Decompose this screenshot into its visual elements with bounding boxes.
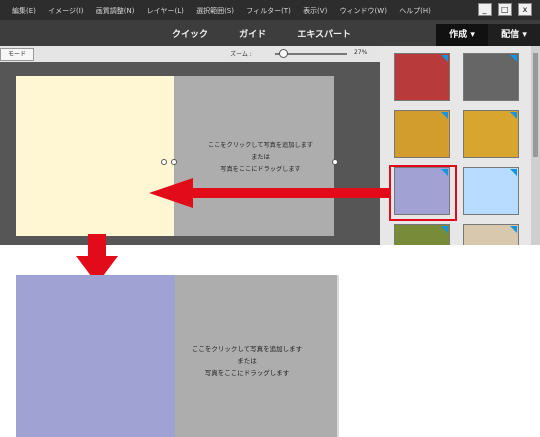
swatch-gray[interactable] (463, 53, 519, 101)
zoom-bar: モード ズーム : 27% (0, 46, 380, 63)
tab-expert[interactable]: エキスパート (297, 30, 351, 40)
close-button[interactable]: x (518, 3, 532, 16)
menu-enhance[interactable]: 画質調整(N) (96, 7, 135, 15)
swatch-amber[interactable] (463, 110, 519, 158)
swatch-red[interactable] (394, 53, 450, 101)
mode-button[interactable]: モード (0, 48, 34, 61)
photo-book-spread[interactable]: ここをクリックして写真を追加します または 写真をここにドラッグします (16, 76, 334, 236)
menu-layer[interactable]: レイヤー(L) (147, 7, 184, 15)
scroll-thumb[interactable] (533, 53, 538, 157)
maximize-button[interactable]: □ (497, 3, 512, 16)
preview-placeholder-line-3: 写真をここにドラッグします (204, 369, 290, 377)
create-share-tabs: 作成 ▾ 配信 ▾ (436, 24, 540, 46)
tab-share[interactable]: 配信 ▾ (488, 24, 540, 46)
menu-help[interactable]: ヘルプ(H) (399, 7, 431, 15)
minimize-button[interactable]: _ (477, 3, 492, 16)
resize-handle[interactable] (171, 159, 177, 165)
menu-bar: 編集(E) イメージ(I) 画質調整(N) レイヤー(L) 選択範囲(S) フィ… (0, 0, 540, 20)
menu-view[interactable]: 表示(V) (303, 7, 327, 15)
red-left-arrow-icon (149, 178, 390, 208)
swatch-gold[interactable] (394, 110, 450, 158)
menu-window[interactable]: ウィンドウ(W) (340, 7, 387, 15)
tab-guided[interactable]: ガイド (239, 30, 266, 40)
zoom-slider-knob[interactable] (279, 49, 288, 58)
dropdown-arrow-icon: ▾ (470, 30, 475, 40)
menu-items: 編集(E) イメージ(I) 画質調整(N) レイヤー(L) 選択範囲(S) フィ… (12, 6, 441, 16)
resize-handle[interactable] (332, 159, 338, 165)
menu-image[interactable]: イメージ(I) (48, 7, 83, 15)
window-controls: _ □ x (474, 3, 532, 16)
lavender-page-background (16, 275, 175, 437)
mode-tabs: クイック ガイド エキスパート (172, 27, 379, 40)
tab-create[interactable]: 作成 ▾ (436, 24, 488, 46)
preview-placeholder-line-1: ここをクリックして写真を追加します (191, 345, 303, 353)
right-page-photo-placeholder[interactable]: ここをクリックして写真を追加します または 写真をここにドラッグします (175, 76, 334, 236)
menu-edit[interactable]: 編集(E) (12, 7, 36, 15)
menu-filter[interactable]: フィルター(T) (246, 7, 291, 15)
dropdown-arrow-icon: ▾ (522, 30, 527, 40)
zoom-value: 27% (354, 49, 368, 56)
placeholder-line-1: ここをクリックして写真を追加します (207, 142, 313, 149)
zoom-label: ズーム : (230, 51, 252, 58)
swatch-olive[interactable] (394, 224, 450, 245)
selected-swatch-highlight (389, 165, 457, 221)
tab-share-label: 配信 (501, 30, 520, 40)
tab-quick[interactable]: クイック (172, 30, 208, 40)
placeholder-line-2: または (251, 154, 270, 161)
preview-placeholder-text: ここをクリックして写真を追加します または 写真をここにドラッグします (177, 343, 317, 379)
swatch-beige[interactable] (463, 224, 519, 245)
menu-select[interactable]: 選択範囲(S) (196, 7, 234, 15)
photo-placeholder-text: ここをクリックして写真を追加します または 写真をここにドラッグします (193, 140, 328, 176)
swatch-light-blue[interactable] (463, 167, 519, 215)
red-left-arrow-icon (149, 178, 390, 208)
editor-canvas[interactable]: ここをクリックして写真を追加します または 写真をここにドラッグします (0, 62, 380, 245)
tab-create-label: 作成 (449, 30, 468, 40)
left-page-background[interactable] (16, 76, 174, 236)
preview-placeholder-line-2: または (237, 357, 257, 365)
placeholder-line-3: 写真をここにドラッグします (220, 166, 301, 173)
photo-editor-window: 編集(E) イメージ(I) 画質調整(N) レイヤー(L) 選択範囲(S) フィ… (0, 0, 540, 245)
swatch-panel-scrollbar[interactable] (531, 46, 540, 245)
resize-handle[interactable] (161, 159, 167, 165)
preview-page-edge (337, 275, 339, 437)
